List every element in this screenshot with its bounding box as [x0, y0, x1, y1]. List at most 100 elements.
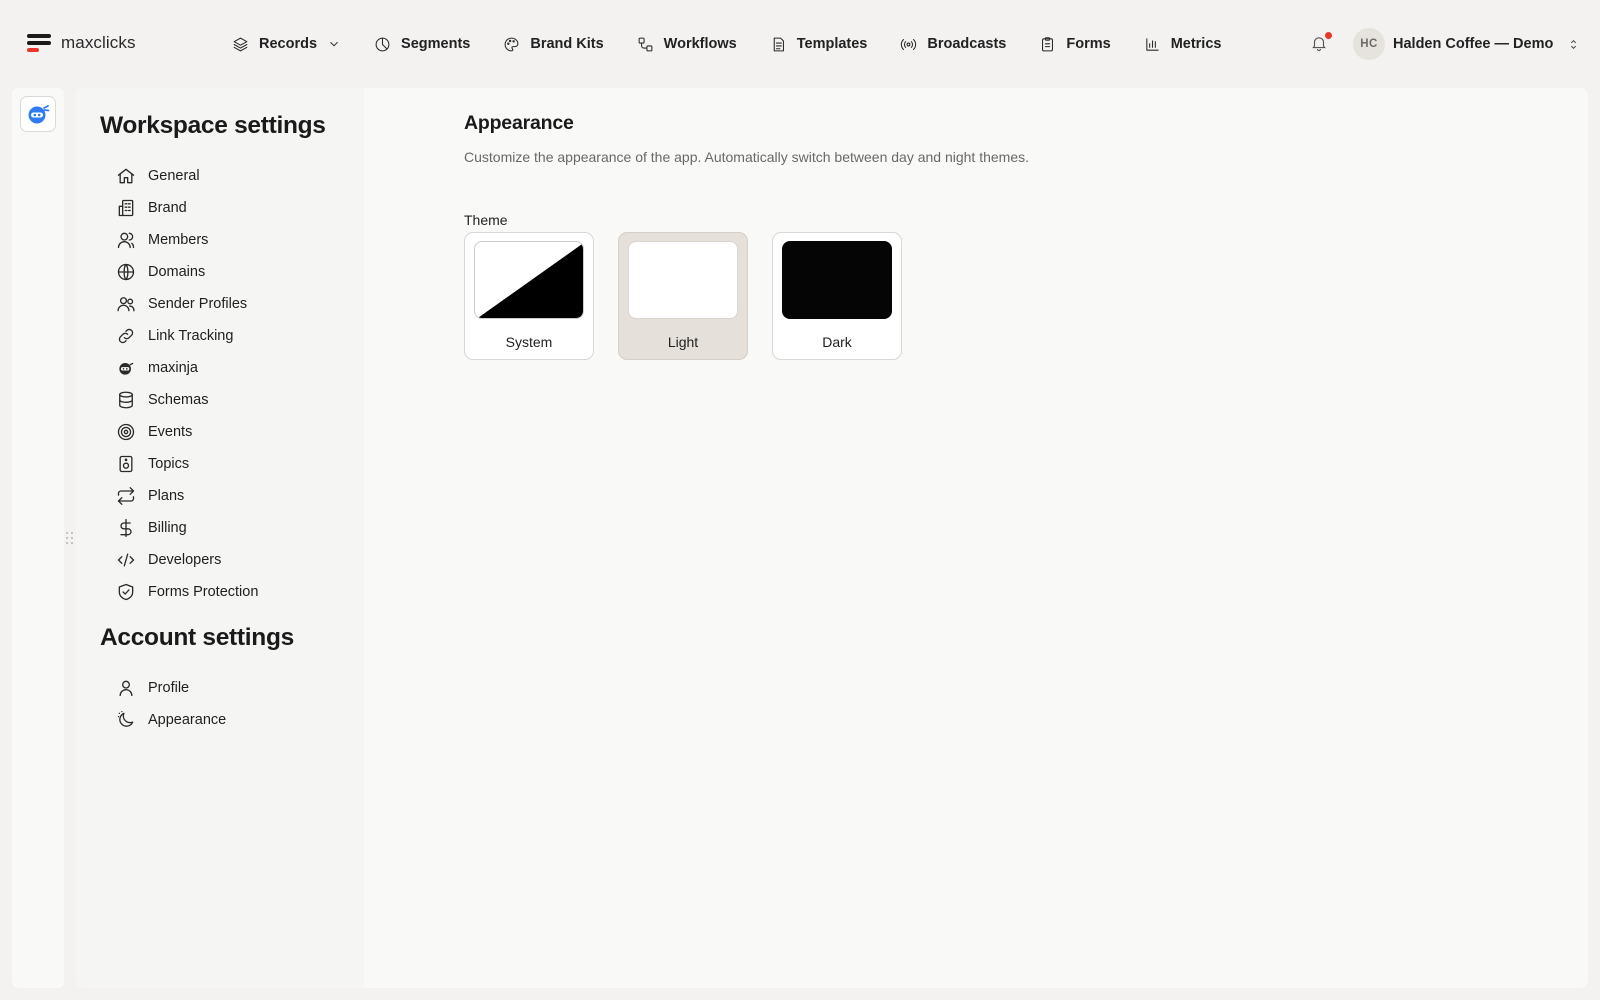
sidebar-item-forms-protection[interactable]: Forms Protection — [116, 576, 258, 608]
main-nav: Records Segments Brand Kits Workflows Te… — [232, 30, 1254, 58]
sidebar-item-billing[interactable]: Billing — [116, 512, 258, 544]
page-title: Appearance — [464, 112, 574, 134]
sidebar-item-general[interactable]: General — [116, 160, 258, 192]
account-switcher[interactable]: HC Halden Coffee — Demo — [1353, 28, 1580, 60]
document-icon — [770, 36, 787, 53]
sidebar-item-label: Events — [148, 424, 193, 440]
sidebar-item-schemas[interactable]: Schemas — [116, 384, 258, 416]
code-icon — [116, 550, 136, 570]
sidebar-item-profile[interactable]: Profile — [116, 672, 226, 704]
building-icon — [116, 198, 136, 218]
sidebar-item-developers[interactable]: Developers — [116, 544, 258, 576]
logo-mark-icon — [27, 31, 51, 55]
nav-broadcasts-label: Broadcasts — [927, 36, 1007, 52]
layers-icon — [232, 36, 249, 53]
sidebar-item-label: maxinja — [148, 360, 198, 376]
theme-options: System Light Dark — [464, 232, 902, 360]
nav-brand-kits[interactable]: Brand Kits — [503, 36, 604, 53]
nav-templates[interactable]: Templates — [770, 36, 868, 53]
bar-chart-icon — [1144, 36, 1161, 53]
light-theme-preview — [628, 241, 738, 319]
ninja-assistant-button[interactable] — [20, 96, 56, 132]
resize-handle[interactable] — [65, 531, 75, 547]
sidebar-item-label: Schemas — [148, 392, 209, 408]
sidebar-item-label: Billing — [148, 520, 187, 536]
nav-segments-label: Segments — [401, 36, 471, 52]
dark-theme-preview — [782, 241, 892, 319]
nav-workflows[interactable]: Workflows — [637, 36, 737, 53]
chevron-down-icon — [327, 37, 341, 51]
sidebar-item-maxinja[interactable]: maxinja — [116, 352, 258, 384]
nav-forms-label: Forms — [1066, 36, 1111, 52]
sidebar-item-label: Appearance — [148, 712, 227, 728]
sidebar-item-label: Profile — [148, 680, 190, 696]
sidebar-item-label: Members — [148, 232, 209, 248]
theme-option-system[interactable]: System — [464, 232, 594, 360]
notifications-button[interactable] — [1310, 32, 1332, 52]
nav-metrics[interactable]: Metrics — [1144, 36, 1222, 53]
nav-forms[interactable]: Forms — [1039, 36, 1111, 53]
settings-sidebar: Workspace settings General Brand Members… — [76, 88, 364, 988]
account-settings-menu: Profile Appearance — [116, 672, 226, 736]
sidebar-item-sender-profiles[interactable]: Sender Profiles — [116, 288, 258, 320]
nav-templates-label: Templates — [796, 36, 868, 52]
sidebar-item-plans[interactable]: Plans — [116, 480, 258, 512]
nav-workflows-label: Workflows — [663, 36, 737, 52]
logo-text: maxclicks — [61, 33, 136, 52]
home-icon — [116, 166, 136, 186]
sidebar-item-members[interactable]: Members — [116, 224, 258, 256]
nav-records-label: Records — [259, 36, 318, 52]
moon-stars-icon — [116, 710, 136, 730]
system-theme-preview — [474, 241, 584, 319]
speaker-icon — [116, 454, 136, 474]
sidebar-item-label: Link Tracking — [148, 328, 234, 344]
sidebar-item-appearance[interactable]: Appearance — [116, 704, 226, 736]
repeat-icon — [116, 486, 136, 506]
dollar-icon — [116, 518, 136, 538]
theme-option-dark[interactable]: Dark — [772, 232, 902, 360]
sidebar-item-domains[interactable]: Domains — [116, 256, 258, 288]
ninja-icon — [116, 358, 136, 378]
sidebar-item-events[interactable]: Events — [116, 416, 258, 448]
nav-segments[interactable]: Segments — [374, 36, 470, 53]
sidebar-item-label: Developers — [148, 552, 222, 568]
account-settings-title: Account settings — [100, 624, 294, 651]
globe-icon — [116, 262, 136, 282]
theme-option-label: System — [505, 334, 553, 350]
app-logo[interactable]: maxclicks — [27, 31, 136, 55]
nav-records[interactable]: Records — [232, 36, 341, 53]
theme-option-light[interactable]: Light — [618, 232, 748, 360]
workspace-settings-menu: General Brand Members Domains Sender Pro… — [116, 160, 258, 608]
sidebar-item-label: Plans — [148, 488, 185, 504]
target-icon — [116, 422, 136, 442]
sidebar-item-label: General — [148, 168, 200, 184]
top-bar: maxclicks Records Segments Brand Kits Wo… — [0, 0, 1600, 88]
nav-broadcasts[interactable]: Broadcasts — [900, 36, 1006, 53]
sidebar-item-label: Brand — [148, 200, 187, 216]
page-description: Customize the appearance of the app. Aut… — [464, 149, 1030, 165]
database-icon — [116, 390, 136, 410]
users-icon — [116, 294, 136, 314]
ninja-icon — [26, 102, 50, 126]
nav-metrics-label: Metrics — [1170, 36, 1222, 52]
account-name: Halden Coffee — Demo — [1393, 36, 1554, 52]
theme-label: Theme — [464, 212, 508, 228]
sidebar-item-topics[interactable]: Topics — [116, 448, 258, 480]
sidebar-item-label: Forms Protection — [148, 584, 259, 600]
main-content: Appearance Customize the appearance of t… — [364, 88, 1588, 988]
clipboard-icon — [1039, 36, 1056, 53]
palette-icon — [503, 36, 520, 53]
nav-brand-kits-label: Brand Kits — [530, 36, 604, 52]
sidebar-item-link-tracking[interactable]: Link Tracking — [116, 320, 258, 352]
link-icon — [116, 326, 136, 346]
workflow-icon — [637, 36, 654, 53]
left-rail — [12, 88, 64, 988]
sidebar-item-brand[interactable]: Brand — [116, 192, 258, 224]
user-icon — [116, 678, 136, 698]
theme-option-label: Light — [667, 334, 699, 350]
workspace-settings-title: Workspace settings — [100, 112, 326, 139]
sidebar-item-label: Topics — [148, 456, 190, 472]
notification-badge — [1325, 32, 1332, 39]
broadcast-icon — [900, 36, 917, 53]
theme-option-label: Dark — [822, 334, 852, 350]
